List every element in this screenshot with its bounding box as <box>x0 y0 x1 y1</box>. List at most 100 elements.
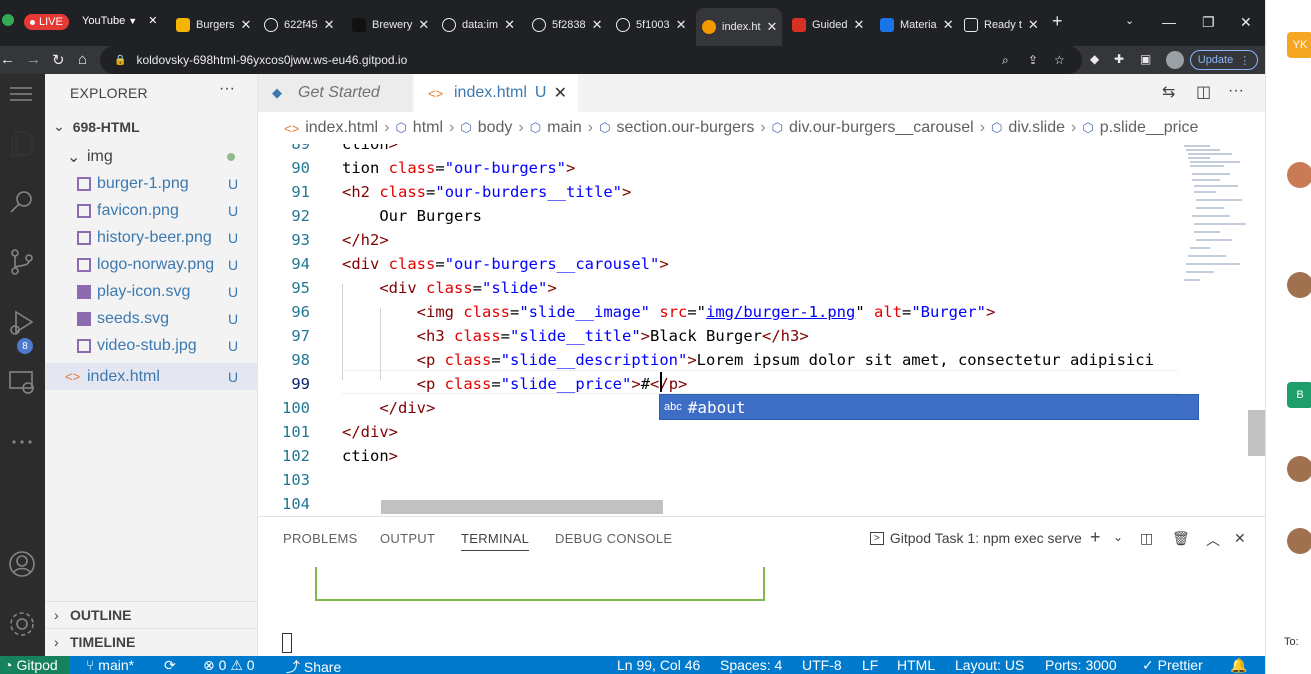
browser-tab[interactable]: Burgers ✕ <box>170 10 250 40</box>
code-line[interactable]: 98 <p class="slide__description">Lorem i… <box>258 348 1178 372</box>
split-terminal-icon[interactable]: ◫ <box>1140 530 1153 547</box>
tab-search-icon[interactable]: ⌄ <box>1125 14 1134 27</box>
minimap[interactable] <box>1180 144 1250 294</box>
close-icon[interactable]: ✕ <box>676 17 687 33</box>
horizontal-scrollbar[interactable] <box>381 500 663 514</box>
timeline-section[interactable]: › TIMELINE <box>45 628 258 655</box>
more-icon[interactable] <box>6 426 38 458</box>
split-editor-icon[interactable]: ◫ <box>1196 82 1211 102</box>
code-line[interactable]: 94 <div class="our-burgers__carousel"> <box>258 252 1178 276</box>
browser-tab[interactable]: Materia ✕ <box>874 10 954 40</box>
breadcrumb-item[interactable]: main <box>547 119 582 137</box>
ports-status[interactable]: Ports: 3000 <box>1045 657 1117 673</box>
breadcrumb-item[interactable]: div.our-burgers__carousel <box>789 119 974 137</box>
code-line[interactable]: 92 Our Burgers <box>258 204 1178 228</box>
sidepanel-icon[interactable]: ▣ <box>1140 52 1154 66</box>
file-row[interactable]: history-beer.png U <box>45 224 257 251</box>
problems-status[interactable]: ⊗ 0 ⚠ 0 <box>203 657 255 674</box>
breadcrumb-item[interactable]: body <box>478 119 513 137</box>
branch-status[interactable]: ⑂ main* <box>86 657 134 673</box>
workspace-folder[interactable]: ⌄ 698-HTML <box>53 118 140 135</box>
browser-tab[interactable]: data:im ✕ <box>436 10 520 40</box>
close-icon[interactable]: ✕ <box>943 17 954 33</box>
code-line[interactable]: 95 <div class="slide"> <box>258 276 1178 300</box>
new-terminal-icon[interactable]: + <box>1090 527 1101 548</box>
reload-icon[interactable]: ↻ <box>52 51 65 69</box>
puzzle-icon[interactable]: ✚ <box>1114 52 1128 66</box>
eol-status[interactable]: LF <box>862 657 878 673</box>
close-icon[interactable]: ✕ <box>592 17 603 33</box>
file-row[interactable]: logo-norway.png U <box>45 251 257 278</box>
browser-tab[interactable]: Ready t ✕ <box>958 10 1042 40</box>
code-line[interactable]: 97 <h3 class="slide__title">Black Burger… <box>258 324 1178 348</box>
avatar[interactable] <box>1287 528 1311 554</box>
close-icon[interactable]: ✕ <box>1028 17 1039 33</box>
terminal-selector[interactable]: > Gitpod Task 1: npm exec serve <box>870 530 1082 546</box>
youtube-tab-group[interactable]: YouTube ▼ ✕ <box>82 14 158 27</box>
file-row[interactable]: burger-1.png U <box>45 170 257 197</box>
share-icon[interactable]: ⇪ <box>1028 53 1038 67</box>
code-line[interactable]: 93 </h2> <box>258 228 1178 252</box>
remote-explorer-icon[interactable] <box>6 366 38 398</box>
prettier-status[interactable]: ✓ Prettier <box>1142 657 1203 674</box>
file-row[interactable]: seeds.svg U <box>45 305 257 332</box>
browser-tab[interactable]: 622f45 ✕ <box>258 10 338 40</box>
bookmark-star-icon[interactable]: ☆ <box>1054 53 1065 67</box>
folder-row-img[interactable]: ⌄ img <box>45 143 257 170</box>
close-window-icon[interactable]: ✕ <box>1240 14 1252 31</box>
language-status[interactable]: HTML <box>897 657 935 673</box>
code-line[interactable]: 91 <h2 class="our-burders__title"> <box>258 180 1178 204</box>
browser-tab-active[interactable]: index.ht ✕ <box>696 8 782 46</box>
chevron-down-icon[interactable]: ⌄ <box>1113 530 1123 544</box>
close-icon[interactable]: ✕ <box>504 17 515 33</box>
close-icon[interactable]: ✕ <box>324 17 335 33</box>
vertical-scrollbar[interactable] <box>1248 410 1265 456</box>
outline-section[interactable]: › OUTLINE <box>45 601 258 628</box>
code-line[interactable]: 90 tion class="our-burgers"> <box>258 156 1178 180</box>
close-icon[interactable]: ✕ <box>148 15 157 27</box>
breadcrumb-item[interactable]: section.our-burgers <box>616 119 754 137</box>
avatar[interactable]: B <box>1287 382 1311 408</box>
indentation-status[interactable]: Spaces: 4 <box>720 657 782 673</box>
search-icon[interactable] <box>6 186 38 218</box>
avatar[interactable] <box>1287 272 1311 298</box>
close-icon[interactable]: ✕ <box>554 83 567 103</box>
code-line[interactable]: 101 </div> <box>258 420 1178 444</box>
file-row-selected[interactable]: <> index.html U <box>45 363 257 390</box>
files-icon[interactable] <box>6 126 38 158</box>
breadcrumb-item[interactable]: index.html <box>305 119 378 137</box>
update-button[interactable]: Update ⋮ <box>1190 50 1258 70</box>
browser-tab[interactable]: 5f2838 ✕ <box>526 10 606 40</box>
code-line[interactable]: 96 <img class="slide__image" src="img/bu… <box>258 300 1178 324</box>
home-icon[interactable]: ⌂ <box>78 51 87 68</box>
avatar[interactable]: YK <box>1287 32 1311 58</box>
share-status[interactable]: ⤴ Share <box>286 657 341 674</box>
tab-output[interactable]: OUTPUT <box>380 531 435 546</box>
tab-problems[interactable]: PROBLEMS <box>283 531 358 546</box>
maximize-panel-icon[interactable]: ︿ <box>1206 530 1220 550</box>
more-actions-icon[interactable]: ··· <box>1228 82 1244 100</box>
more-actions-icon[interactable]: ··· <box>219 80 235 98</box>
breadcrumb-item[interactable]: p.slide__price <box>1100 119 1199 137</box>
tab-index-html[interactable]: <> index.html U ✕ <box>414 74 578 112</box>
tab-get-started[interactable]: ◆ Get Started <box>258 74 412 112</box>
new-tab-button[interactable]: + <box>1052 11 1063 32</box>
run-debug-icon[interactable] <box>6 306 38 338</box>
code-line[interactable]: 103 <box>258 468 1178 492</box>
address-bar[interactable]: 🔒 koldovsky-698html-96yxcos0jww.ws-eu46.… <box>100 46 1082 74</box>
browser-tab[interactable]: 5f1003 ✕ <box>610 10 692 40</box>
tab-terminal[interactable]: TERMINAL <box>461 531 530 551</box>
back-icon[interactable]: ← <box>0 51 15 68</box>
restore-icon[interactable]: ❐ <box>1202 14 1215 31</box>
close-icon[interactable]: ✕ <box>418 17 429 33</box>
tab-debug-console[interactable]: DEBUG CONSOLE <box>555 531 672 546</box>
browser-tab[interactable]: Brewery ✕ <box>346 10 430 40</box>
zoom-icon[interactable]: ⌕ <box>1002 53 1009 68</box>
file-row[interactable]: video-stub.jpg U <box>45 332 257 359</box>
minimize-icon[interactable]: — <box>1162 14 1176 30</box>
code-line[interactable]: 89 ction> <box>258 144 1178 156</box>
close-icon[interactable]: ✕ <box>241 17 250 33</box>
live-badge[interactable]: LIVE <box>24 14 69 30</box>
code-line[interactable]: 99 <p class="slide__price">#</p> <box>258 372 1178 396</box>
cursor-position[interactable]: Ln 99, Col 46 <box>617 657 700 673</box>
